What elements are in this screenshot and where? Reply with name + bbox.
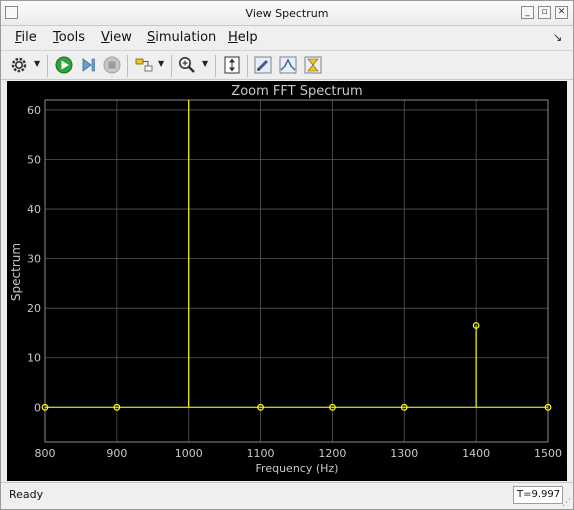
menu-help-mnemonic: H	[228, 30, 238, 45]
x-tick-label: 800	[35, 447, 56, 460]
zoom-dropdown-icon[interactable]: ▼	[202, 59, 208, 68]
menu-simulation-label: imulation	[155, 30, 217, 45]
toolbar-separator	[215, 55, 216, 77]
window-title: View Spectrum	[245, 7, 329, 20]
status-bar: Ready T=9.997 ⋰	[1, 482, 573, 509]
menu-file[interactable]: File	[15, 30, 37, 45]
x-tick-label: 1000	[175, 447, 203, 460]
toolbar-separator	[47, 55, 48, 77]
menu-file-label: ile	[21, 30, 37, 45]
menu-view[interactable]: View	[101, 30, 132, 45]
menu-tools-label: ools	[58, 30, 86, 45]
toolbar: ▼ ▼ ▼	[1, 50, 573, 80]
zoom-in-icon[interactable]	[177, 55, 197, 75]
menu-simulation[interactable]: Simulation	[147, 30, 216, 45]
plot-frame	[44, 99, 549, 443]
x-tick-label: 900	[106, 447, 127, 460]
simulation-time: T=9.997	[513, 486, 563, 504]
menu-view-mnemonic: V	[101, 30, 110, 45]
y-tick-label: 40	[27, 203, 41, 216]
plot-area[interactable]: Zoom FFT Spectrum Frequency (Hz) Spectru…	[7, 81, 567, 481]
menu-help-label: elp	[237, 30, 258, 45]
x-axis-label: Frequency (Hz)	[256, 462, 339, 475]
gear-icon[interactable]	[9, 55, 29, 75]
y-tick-label: 20	[27, 302, 41, 315]
scale-axes-icon[interactable]	[222, 55, 242, 75]
highlight-dropdown-icon[interactable]: ▼	[158, 59, 164, 68]
view-spectrum-window: View Spectrum _ ▫ ✕ File Tools View Simu…	[0, 0, 574, 510]
x-tick-label: 1500	[534, 447, 562, 460]
chart-title: Zoom FFT Spectrum	[231, 84, 362, 99]
cursor-measure-icon[interactable]	[303, 55, 323, 75]
x-tick-label: 1100	[247, 447, 275, 460]
dock-arrow-icon[interactable]: ↘	[553, 31, 562, 44]
close-icon[interactable]: ✕	[555, 6, 568, 19]
y-tick-label: 50	[27, 153, 41, 166]
maximize-icon[interactable]: ▫	[538, 6, 551, 19]
resize-grip-icon[interactable]: ⋰	[562, 498, 571, 508]
run-icon[interactable]	[54, 55, 74, 75]
y-tick-label: 0	[34, 401, 41, 414]
peak-finder-icon[interactable]	[278, 55, 298, 75]
menu-bar: File Tools View Simulation Help ↘	[1, 27, 573, 49]
highlight-block-icon[interactable]	[134, 55, 154, 75]
spectrum-plot[interactable]: Zoom FFT Spectrum Frequency (Hz) Spectru…	[7, 81, 567, 481]
menu-tools[interactable]: Tools	[53, 30, 85, 45]
x-tick-label: 1200	[318, 447, 346, 460]
toolbar-separator	[127, 55, 128, 77]
menu-view-label: iew	[109, 30, 132, 45]
status-text: Ready	[9, 488, 44, 501]
step-forward-icon[interactable]	[78, 55, 98, 75]
toolbar-separator	[247, 55, 248, 77]
title-bar: View Spectrum _ ▫ ✕	[1, 1, 573, 26]
y-tick-label: 10	[27, 352, 41, 365]
gear-dropdown-icon[interactable]: ▼	[34, 59, 40, 68]
toolbar-separator	[171, 55, 172, 77]
minimize-icon[interactable]: _	[521, 6, 534, 19]
y-tick-label: 60	[27, 104, 41, 117]
y-axis-label: Spectrum	[9, 243, 23, 301]
menu-help[interactable]: Help	[228, 30, 258, 45]
y-tick-label: 30	[27, 253, 41, 266]
x-tick-label: 1400	[462, 447, 490, 460]
x-tick-label: 1300	[390, 447, 418, 460]
edit-icon[interactable]	[253, 55, 273, 75]
stop-icon[interactable]	[102, 55, 122, 75]
